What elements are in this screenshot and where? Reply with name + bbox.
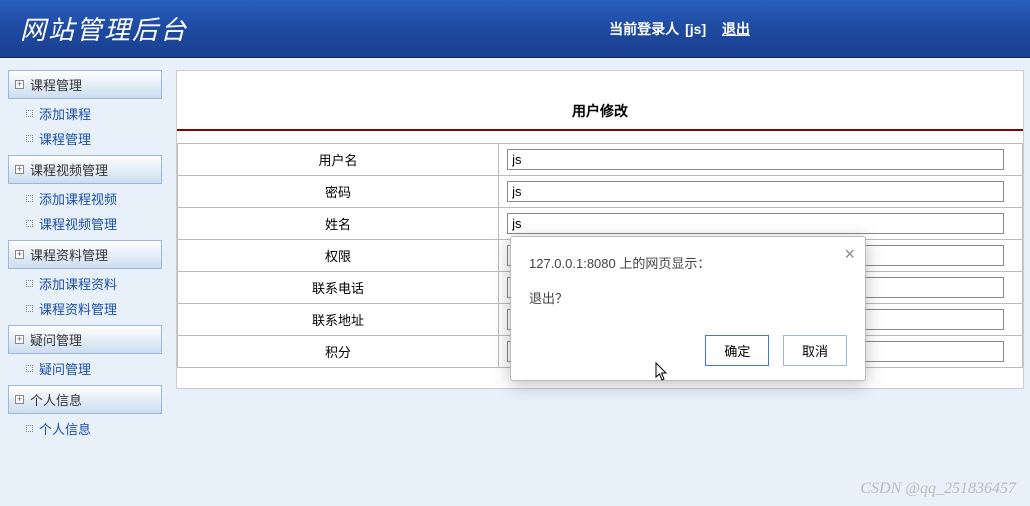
field-label: 联系电话 — [178, 272, 499, 304]
menu-item-label: 个人信息 — [39, 419, 91, 438]
dialog-message: 退出？ — [529, 288, 847, 307]
dot-icon — [26, 195, 33, 202]
menu-item-label: 疑问管理 — [39, 359, 91, 378]
dot-icon — [26, 425, 33, 432]
menu-header-profile[interactable]: + 个人信息 — [8, 385, 162, 414]
login-label: 当前登录人 — [609, 19, 679, 39]
logout-link[interactable]: 退出 — [722, 19, 750, 39]
username-input[interactable] — [507, 149, 1004, 170]
menu-header-label: 疑问管理 — [30, 330, 82, 349]
dot-icon — [26, 365, 33, 372]
menu-item-label: 添加课程视频 — [39, 189, 117, 208]
menu-item-video-manage[interactable]: 课程视频管理 — [8, 211, 162, 236]
field-label: 权限 — [178, 240, 499, 272]
menu-header-material[interactable]: + 课程资料管理 — [8, 240, 162, 269]
menu-item-course-manage[interactable]: 课程管理 — [8, 126, 162, 151]
dot-icon — [26, 280, 33, 287]
menu-item-label: 课程视频管理 — [39, 214, 117, 233]
menu-header-video[interactable]: + 课程视频管理 — [8, 155, 162, 184]
menu-header-question[interactable]: + 疑问管理 — [8, 325, 162, 354]
plus-icon: + — [15, 395, 24, 404]
user-label: [js] — [685, 21, 706, 37]
menu-item-profile[interactable]: 个人信息 — [8, 416, 162, 441]
watermark: CSDN @qq_251836457 — [860, 480, 1016, 498]
menu-item-add-video[interactable]: 添加课程视频 — [8, 186, 162, 211]
header-right: 当前登录人 [js] 退出 — [609, 19, 750, 39]
dot-icon — [26, 305, 33, 312]
menu-item-question-manage[interactable]: 疑问管理 — [8, 356, 162, 381]
menu-item-label: 课程资料管理 — [39, 299, 117, 318]
app-header: 网站管理后台 当前登录人 [js] 退出 — [0, 0, 1030, 58]
plus-icon: + — [15, 165, 24, 174]
menu-item-add-course[interactable]: 添加课程 — [8, 101, 162, 126]
field-label: 密码 — [178, 176, 499, 208]
field-label: 积分 — [178, 336, 499, 368]
dot-icon — [26, 135, 33, 142]
menu-header-label: 个人信息 — [30, 390, 82, 409]
field-label: 用户名 — [178, 144, 499, 176]
menu-header-label: 课程视频管理 — [30, 160, 108, 179]
plus-icon: + — [15, 80, 24, 89]
dot-icon — [26, 220, 33, 227]
password-input[interactable] — [507, 181, 1004, 202]
table-row: 姓名 — [178, 208, 1023, 240]
menu-header-course[interactable]: + 课程管理 — [8, 70, 162, 99]
confirm-dialog: × 127.0.0.1:8080 上的网页显示： 退出？ 确定 取消 — [510, 236, 866, 381]
panel-title: 用户修改 — [177, 71, 1023, 129]
field-label: 联系地址 — [178, 304, 499, 336]
name-input[interactable] — [507, 213, 1004, 234]
close-icon[interactable]: × — [844, 245, 855, 263]
dot-icon — [26, 110, 33, 117]
table-row: 用户名 — [178, 144, 1023, 176]
dialog-title: 127.0.0.1:8080 上的网页显示： — [529, 253, 847, 272]
menu-header-label: 课程资料管理 — [30, 245, 108, 264]
plus-icon: + — [15, 335, 24, 344]
panel-divider — [177, 129, 1023, 131]
cancel-button[interactable]: 取消 — [783, 335, 847, 366]
menu-item-material-manage[interactable]: 课程资料管理 — [8, 296, 162, 321]
menu-item-label: 课程管理 — [39, 129, 91, 148]
plus-icon: + — [15, 250, 24, 259]
menu-header-label: 课程管理 — [30, 75, 82, 94]
field-label: 姓名 — [178, 208, 499, 240]
menu-item-add-material[interactable]: 添加课程资料 — [8, 271, 162, 296]
sidebar: + 课程管理 添加课程 课程管理 + 课程视频管理 添加课程视频 课程视频管理 + 课… — [0, 58, 170, 506]
ok-button[interactable]: 确定 — [705, 335, 769, 366]
menu-item-label: 添加课程资料 — [39, 274, 117, 293]
menu-item-label: 添加课程 — [39, 104, 91, 123]
app-title: 网站管理后台 — [20, 10, 188, 47]
table-row: 密码 — [178, 176, 1023, 208]
